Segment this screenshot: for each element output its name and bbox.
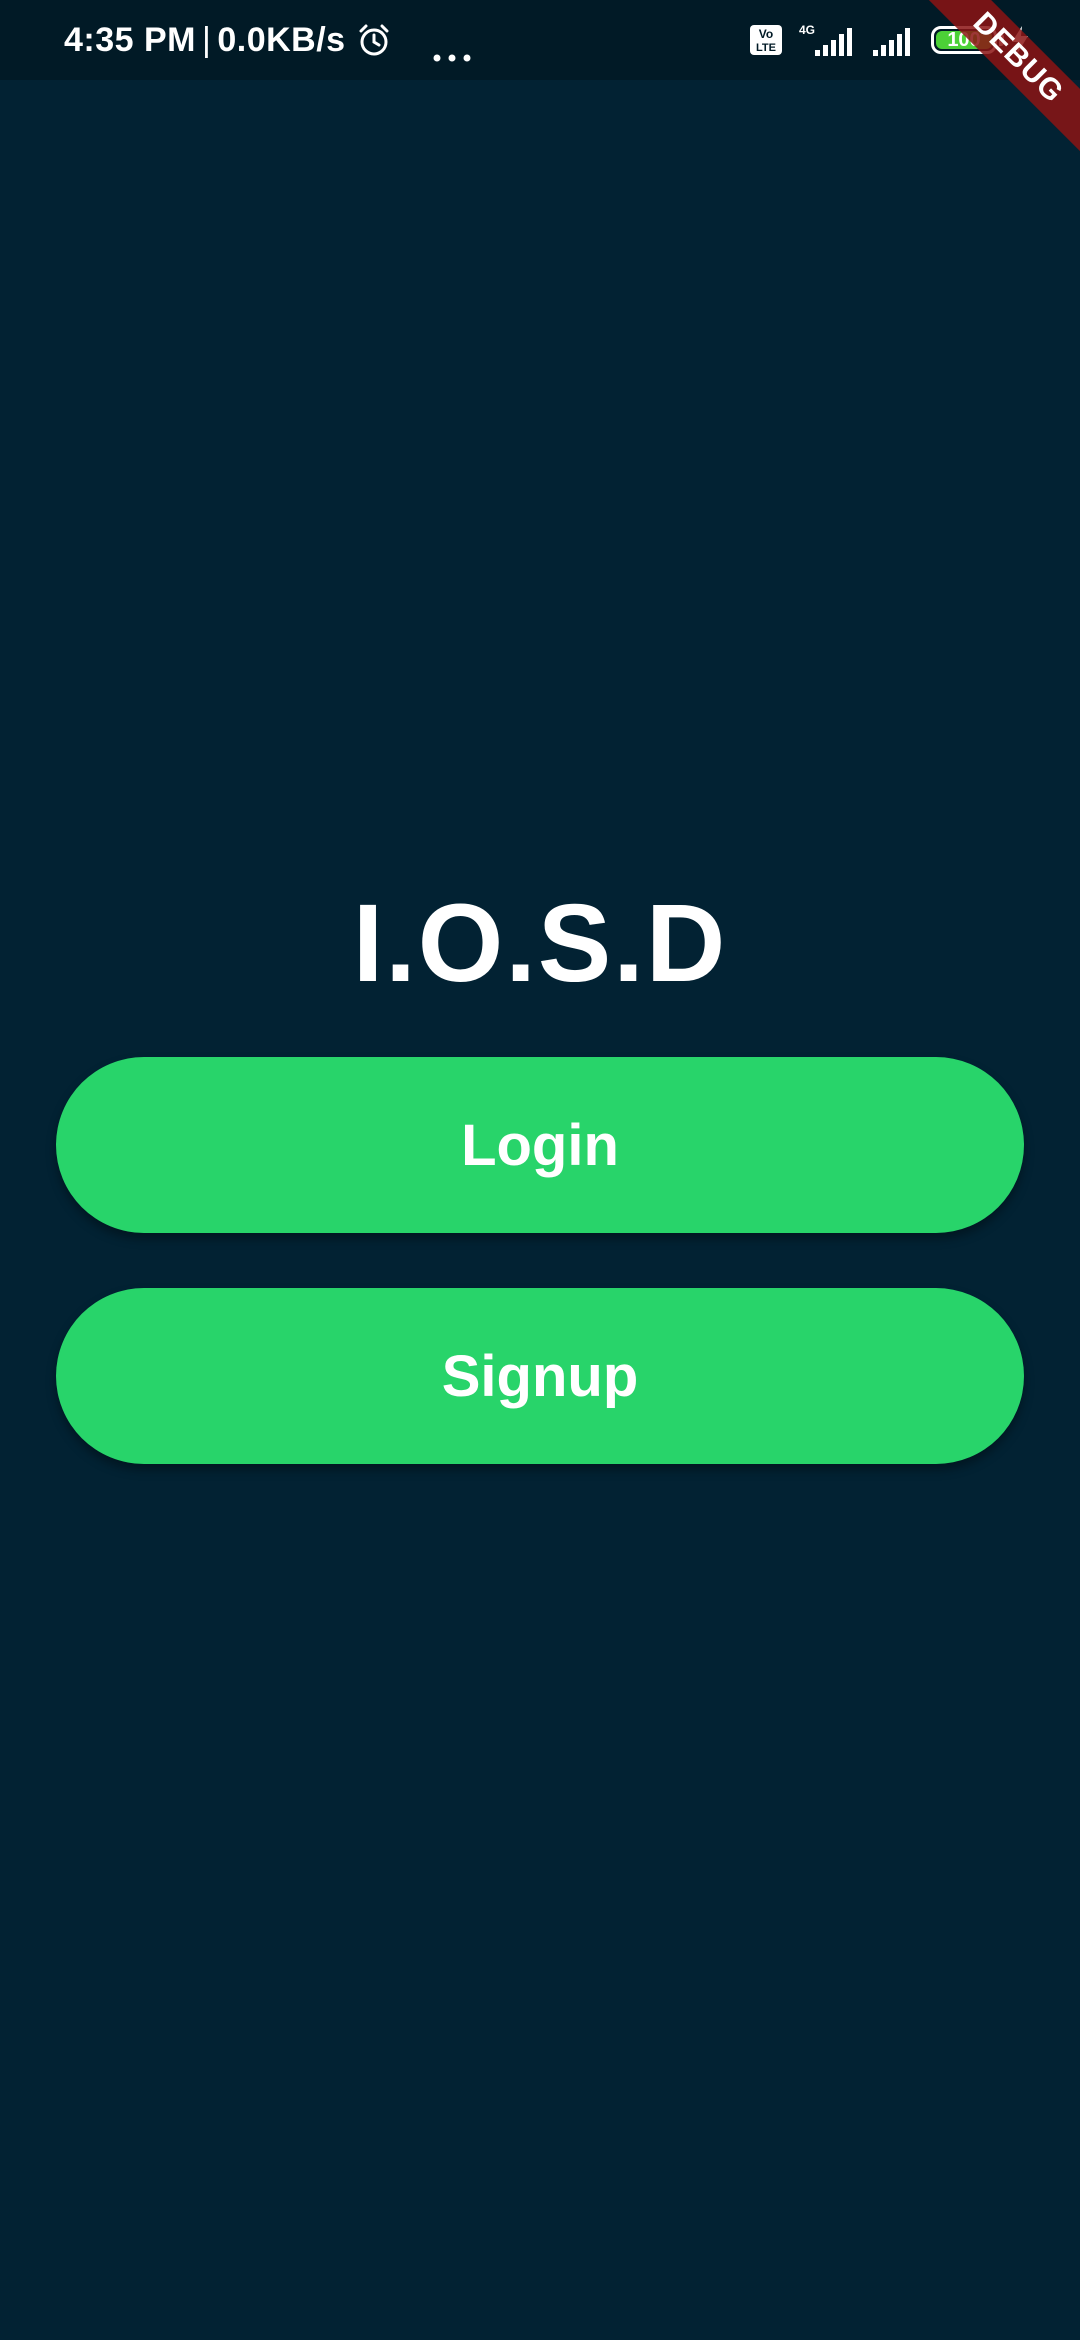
battery-level: 100 [947, 28, 981, 51]
alarm-icon [356, 22, 392, 58]
charging-bolt-icon [1010, 25, 1030, 55]
volte-icon: Vo LTE [749, 24, 783, 56]
svg-text:Vo: Vo [759, 27, 773, 41]
signal-icon [871, 22, 915, 58]
more-dots-icon [432, 34, 472, 62]
battery-cap [999, 34, 1004, 46]
signup-button[interactable]: Signup [56, 1288, 1024, 1464]
signal-icon: 4G [797, 22, 857, 58]
status-right: Vo LTE 4G 100 [749, 0, 1030, 90]
status-net-speed: 0.0KB/s [217, 20, 346, 59]
app-title: I.O.S.D [352, 882, 728, 1005]
login-button[interactable]: Login [56, 1057, 1024, 1233]
status-left: 4:35 PM | 0.0KB/s [64, 0, 472, 90]
svg-text:LTE: LTE [756, 42, 776, 54]
status-time: 4:35 PM [64, 20, 196, 59]
battery-icon: 100 [931, 26, 997, 54]
status-bar: 4:35 PM | 0.0KB/s Vo LTE 4G 100 [0, 0, 1080, 80]
network-type-label: 4G [799, 23, 815, 37]
login-screen: 4:35 PM | 0.0KB/s Vo LTE 4G 100 DEBUG I.… [0, 0, 1080, 2340]
status-separator: | [202, 20, 212, 59]
